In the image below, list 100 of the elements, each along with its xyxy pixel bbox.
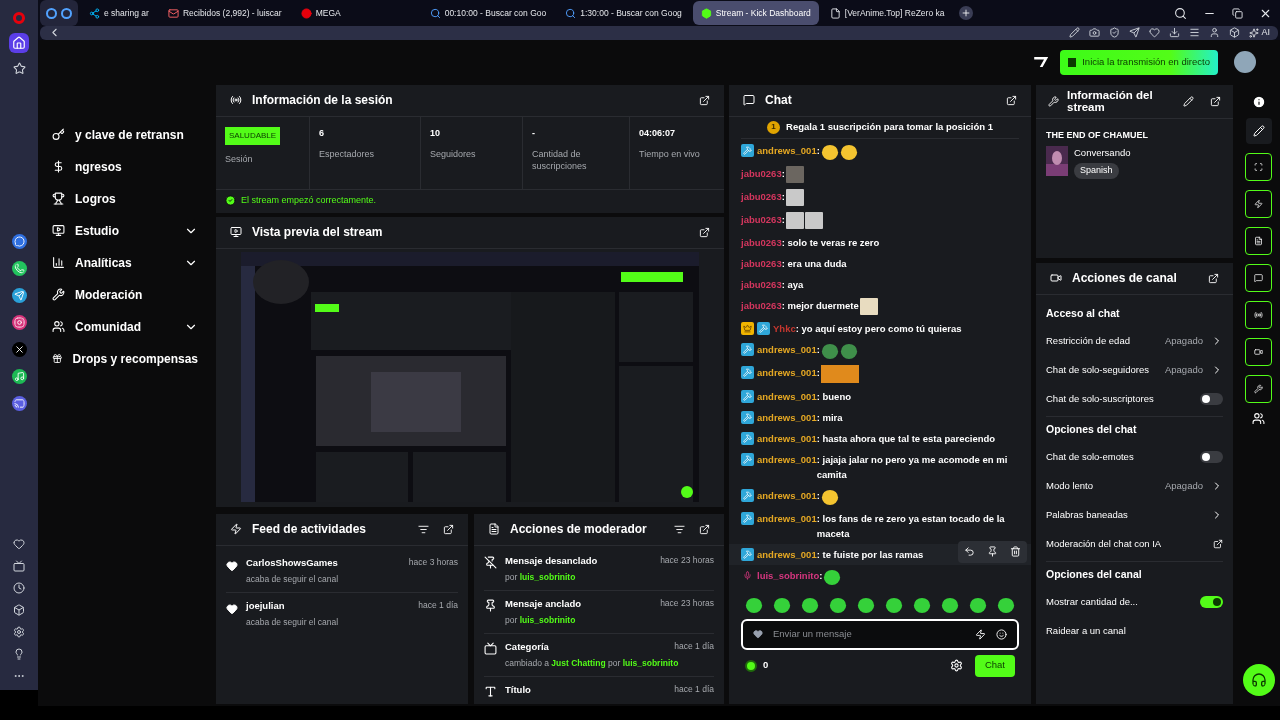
settings-row[interactable]: Chat de solo-emotes (1046, 442, 1223, 472)
popout-icon[interactable] (1210, 95, 1221, 107)
browser-tab[interactable]: 00:10:00 - Buscar con Goo (421, 1, 555, 25)
nav-item[interactable]: Analíticas (75, 253, 132, 272)
popout-icon[interactable] (699, 226, 710, 238)
lightning-icon[interactable] (1245, 189, 1272, 218)
player-icon[interactable] (11, 396, 27, 411)
monitor-icon[interactable] (13, 560, 25, 572)
broadcast-icon[interactable] (1245, 300, 1272, 329)
messenger-bubble-icon[interactable] (11, 234, 27, 249)
settings-icon[interactable] (13, 626, 25, 638)
restore-icon[interactable] (1232, 7, 1243, 19)
chat-username[interactable]: jabu0263 (741, 188, 782, 204)
download-icon[interactable] (1169, 27, 1181, 39)
chat-username[interactable]: andrews_001 (757, 142, 817, 158)
chat-username[interactable]: andrews_001 (757, 388, 817, 404)
popout-icon[interactable] (1208, 272, 1219, 284)
settings-row[interactable]: Chat de solo-suscriptores (1046, 384, 1223, 414)
wrench-icon[interactable] (1245, 374, 1272, 403)
profile-icon[interactable] (1209, 27, 1221, 39)
browser-tab[interactable]: Stream - Kick Dashboard (692, 1, 819, 25)
lightbulb-icon[interactable] (13, 648, 25, 660)
camera-icon[interactable] (1089, 27, 1101, 39)
nav-item[interactable]: ngresos (75, 157, 122, 176)
info-icon[interactable] (1251, 94, 1266, 109)
chat-send-button[interactable]: Chat (974, 654, 1015, 677)
x-icon[interactable] (11, 342, 27, 357)
search-icon[interactable] (1174, 6, 1187, 20)
ai-button[interactable]: AI (1249, 26, 1270, 40)
chat-username[interactable]: jabu0263 (741, 297, 782, 313)
chat-username[interactable]: andrews_001 (757, 430, 817, 446)
settings-row[interactable]: Raidear a un canal (1046, 616, 1223, 646)
popout-icon[interactable] (699, 94, 710, 106)
chat-username[interactable]: jabu0263 (741, 255, 782, 271)
chat-username[interactable]: jabu0263 (741, 211, 782, 227)
settings-row[interactable]: Modo lento Apagado (1046, 471, 1223, 501)
settings-row[interactable]: Restricción de edad Apagado (1046, 326, 1223, 356)
cube-icon[interactable] (1229, 27, 1241, 39)
category-name[interactable]: Conversando (1074, 146, 1131, 161)
cube-icon[interactable] (13, 604, 25, 616)
home-icon[interactable] (9, 33, 29, 53)
pinned-tab[interactable] (40, 0, 78, 26)
browser-tab[interactable]: MEGA (292, 1, 349, 25)
phone-bubble-icon[interactable] (11, 261, 27, 276)
nav-item[interactable]: Moderación (75, 285, 143, 304)
browser-tab[interactable]: [VerAnime.Top] ReZero ka (821, 1, 953, 25)
popout-icon[interactable] (1006, 94, 1017, 106)
nav-item[interactable]: Comunidad (75, 317, 141, 336)
popout-icon[interactable] (699, 523, 710, 535)
settings-row[interactable]: Moderación del chat con IA (1046, 529, 1223, 559)
chat-username[interactable]: andrews_001 (757, 510, 817, 526)
chat-username[interactable]: andrews_001 (757, 409, 817, 425)
chat-username[interactable]: andrews_001 (757, 341, 817, 357)
toggle-switch[interactable] (1200, 596, 1223, 608)
nav-item[interactable]: y clave de retransn (75, 125, 184, 144)
settings-row[interactable]: Chat de solo-seguidores Apagado (1046, 355, 1223, 385)
heart-icon[interactable] (13, 538, 25, 550)
chat-icon[interactable] (1245, 263, 1272, 292)
chat-username[interactable]: andrews_001 (757, 451, 817, 467)
browser-tab[interactable]: e sharing ar (81, 1, 157, 25)
user-link[interactable]: luis_sobrinito (519, 614, 576, 625)
emote-menu-icon[interactable] (975, 628, 986, 640)
user-link[interactable]: luis_sobrinito (519, 571, 576, 582)
settings-row[interactable]: Palabras baneadas (1046, 500, 1223, 530)
clock-icon[interactable] (13, 582, 25, 594)
go-live-button[interactable]: Inicia la transmisión en directo (1060, 49, 1218, 75)
message-input[interactable]: Enviar un mensaje (741, 618, 1019, 650)
menu-icon[interactable] (1189, 27, 1201, 39)
chat-username[interactable]: andrews_001 (757, 546, 817, 562)
document-icon[interactable] (1245, 226, 1272, 255)
star-icon[interactable] (12, 62, 26, 75)
nav-item[interactable]: Estudio (75, 221, 119, 240)
smile-icon[interactable] (996, 628, 1007, 640)
message-field[interactable]: Enviar un mensaje (773, 626, 965, 642)
reply-icon[interactable] (964, 546, 975, 557)
browser-tab[interactable]: 1:30:00 - Buscar con Goog (557, 1, 690, 25)
user-link[interactable]: Just Chatting (551, 657, 606, 668)
chat-username[interactable]: jabu0263 (741, 165, 782, 181)
user-link[interactable]: luis_sobrinito (622, 657, 679, 668)
music-icon[interactable] (11, 369, 27, 384)
filter-icon[interactable] (418, 523, 429, 535)
pin-icon[interactable] (987, 546, 998, 557)
toggle-switch[interactable] (1200, 393, 1223, 405)
settings-icon[interactable] (949, 659, 963, 672)
camera-icon[interactable] (1245, 337, 1272, 366)
toggle-switch[interactable] (1200, 451, 1223, 463)
edit-icon[interactable] (1069, 27, 1081, 39)
support-button[interactable] (1242, 663, 1275, 696)
scan-icon[interactable] (1245, 152, 1272, 181)
settings-row[interactable]: Mostrar cantidad de... (1046, 587, 1223, 617)
chat-username[interactable]: jabu0263 (741, 234, 782, 250)
browser-tab[interactable]: Recibidos (2,992) - luiscar (159, 1, 290, 25)
chat-username[interactable]: andrews_001 (757, 487, 817, 503)
heart-icon[interactable] (1149, 27, 1161, 39)
popout-icon[interactable] (443, 523, 454, 535)
nav-item[interactable]: Logros (75, 189, 116, 208)
send-icon[interactable] (1129, 27, 1141, 39)
nav-item[interactable]: Drops y recompensas (72, 349, 198, 368)
chat-username[interactable]: jabu0263 (741, 276, 782, 292)
edit-icon[interactable] (1245, 117, 1272, 144)
